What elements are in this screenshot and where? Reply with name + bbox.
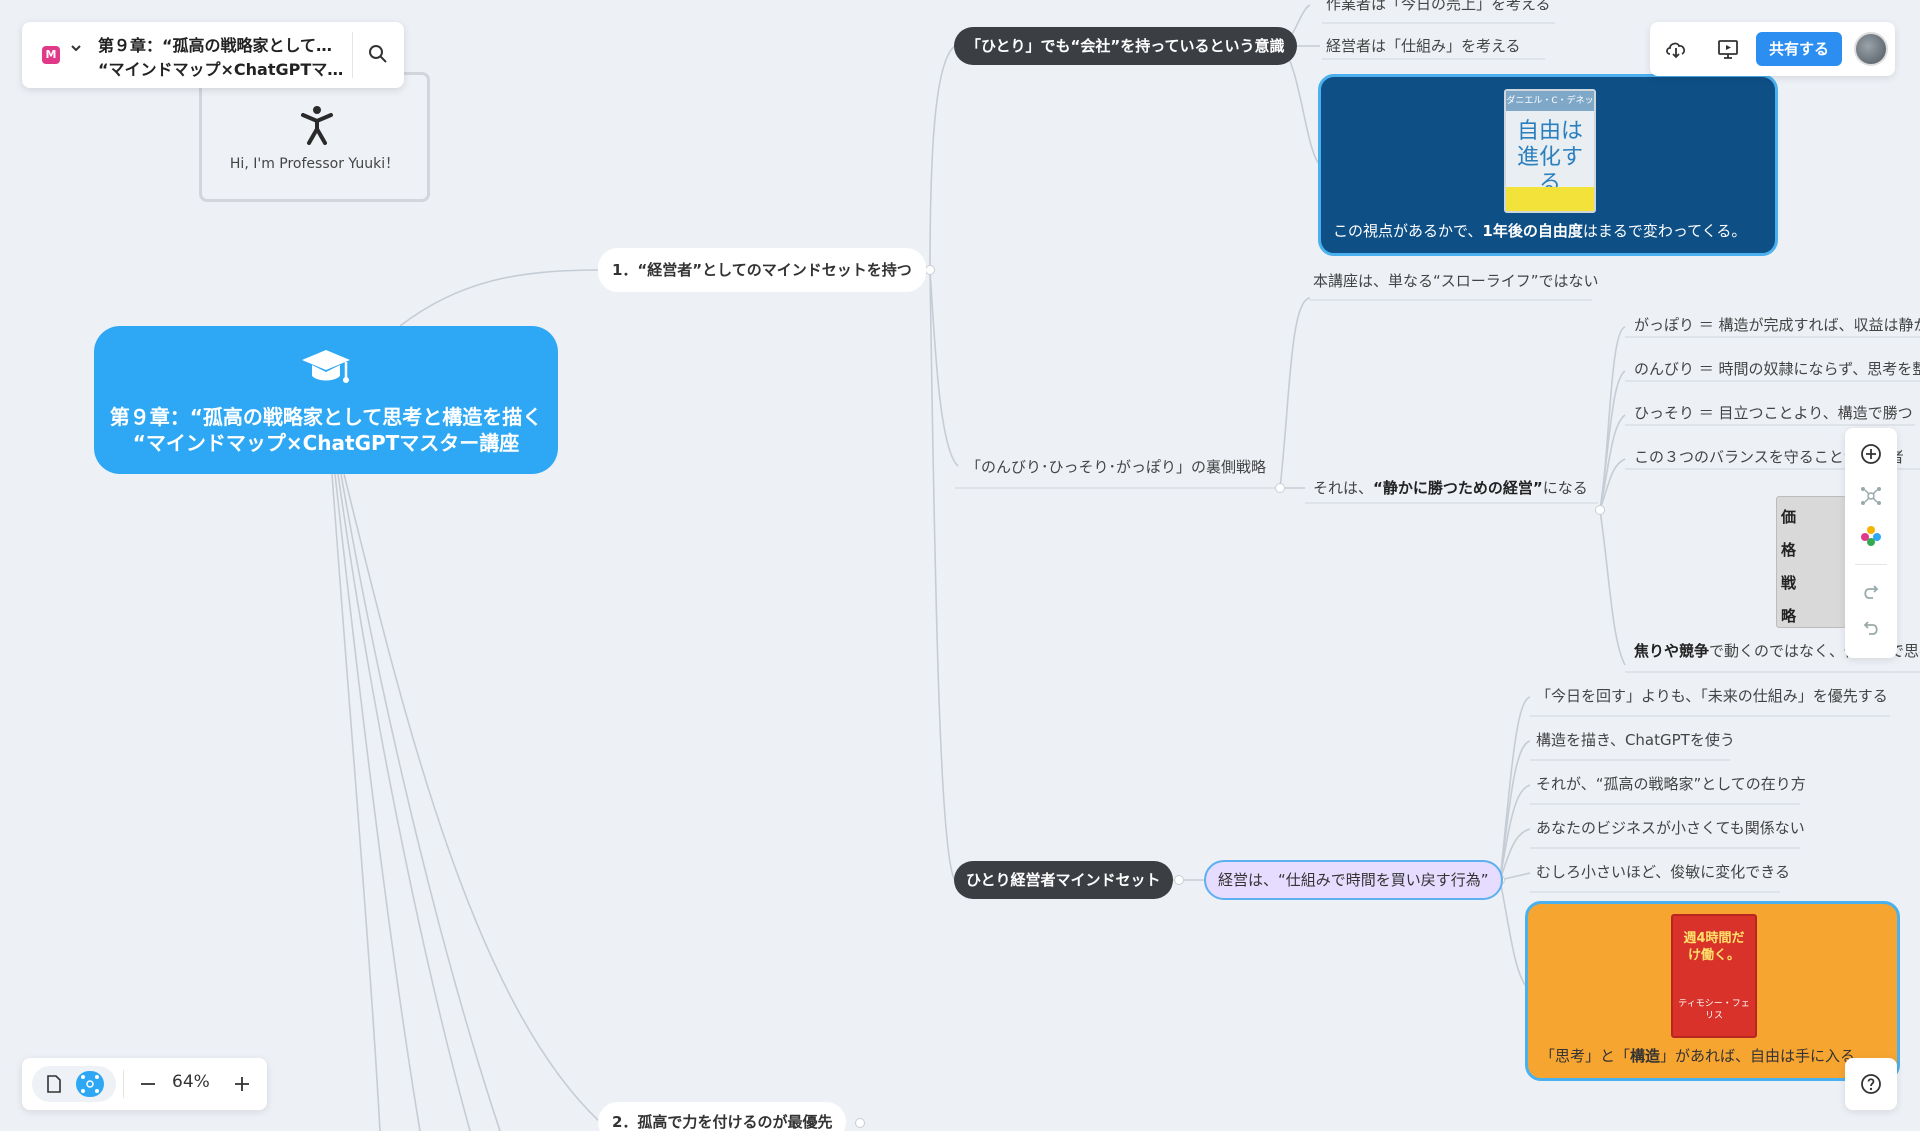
purple-node[interactable]: 経営は、“仕組みで時間を買い戻す行為” <box>1204 860 1503 900</box>
book-title: 自由は進化する <box>1516 119 1583 187</box>
mindmap-view-icon[interactable] <box>76 1071 104 1097</box>
shizuka-node[interactable]: それは、“静かに勝つための経営”になる <box>1313 477 1588 499</box>
document-title-bar: M 第９章：“孤高の戦略家として… “マインドマップ×ChatGPTマ… <box>22 22 404 88</box>
root-title-line2: “マインドマップ×ChatGPTマスター講座 <box>132 431 520 455</box>
gappori-node[interactable]: がっぽり ＝ 構造が完成すれば、収益は静か <box>1634 314 1920 336</box>
document-title-line1[interactable]: 第９章：“孤高の戦略家として… <box>98 32 356 56</box>
root-node[interactable]: 第９章：“孤高の戦略家として思考と構造を描く “マインドマップ×ChatGPTマ… <box>94 326 558 474</box>
profile-text: Hi, I'm Professor Yuuki！ <box>229 156 400 172</box>
view-mode-switch <box>32 1066 116 1102</box>
side-toolbar <box>1845 428 1897 658</box>
card-orange-caption: 「思考」と「構造」があれば、自由は手に入る <box>1540 1047 1856 1065</box>
book-author: ダニエル・C・デネット <box>1506 91 1594 111</box>
connector-dot[interactable] <box>925 265 935 275</box>
graduation-cap-icon <box>94 346 558 402</box>
mindset-node[interactable]: ひとり経営者マインドセット <box>954 861 1173 899</box>
divider <box>352 32 353 78</box>
image-card-blue[interactable]: ダニエル・C・デネット 自由は進化する この視点があるかで、1年後の自由度はまる… <box>1318 74 1778 256</box>
presentation-icon[interactable] <box>1716 37 1740 61</box>
cloud-download-icon[interactable] <box>1664 37 1688 61</box>
connector-dot[interactable] <box>1275 483 1285 493</box>
search-icon[interactable] <box>368 44 390 66</box>
slow-life-node[interactable]: 本講座は、単なる“スローライフ”ではない <box>1313 270 1599 292</box>
book-author: ティモシー・フェリス <box>1678 999 1750 1021</box>
color-palette-icon[interactable] <box>1859 524 1883 548</box>
sagyousha-node[interactable]: 作業者は「今日の売上」を考える <box>1326 0 1551 15</box>
card-blue-caption: この視点があるかで、1年後の自由度はまるで変わってくる。 <box>1333 222 1747 240</box>
undo-icon[interactable] <box>1859 616 1883 640</box>
image-card-orange[interactable]: 週4時間だけ働く。 ティモシー・フェリス 「思考」と「構造」があれば、自由は手に… <box>1525 901 1900 1081</box>
kankei-node[interactable]: あなたのビジネスが小さくても関係ない <box>1536 817 1805 839</box>
book-cover-image: 週4時間だけ働く。 ティモシー・フェリス <box>1671 914 1757 1038</box>
book-title: 価格戦略 <box>1781 508 1797 625</box>
binkan-node[interactable]: むしろ小さいほど、俊敏に変化できる <box>1536 861 1790 883</box>
mindmap-structure-icon[interactable] <box>1859 484 1883 508</box>
connector-dot[interactable] <box>1174 875 1184 885</box>
kouzou-node[interactable]: 構造を描き、ChatGPTを使う <box>1536 729 1735 751</box>
redo-icon[interactable] <box>1859 580 1883 604</box>
nonbiri-strategy-node[interactable]: 「のんびり･ひっそり･がっぽり」の裏側戦略 <box>966 456 1266 478</box>
mirai-node[interactable]: 「今日を回す」よりも、「未来の仕組み」を優先する <box>1536 685 1888 707</box>
share-button[interactable]: 共有する <box>1756 32 1842 66</box>
zoom-bar: 64% <box>22 1058 267 1110</box>
connector-dot[interactable] <box>855 1118 865 1128</box>
root-title-line1: 第９章：“孤高の戦略家として思考と構造を描く <box>109 405 543 429</box>
document-view-icon[interactable] <box>44 1074 64 1098</box>
logo-icon[interactable]: M <box>42 46 60 64</box>
branch-2-node[interactable]: 2．孤高で力を付けるのが最優先 <box>598 1102 847 1131</box>
price-strategy-book-image: 価格戦略 <box>1776 496 1846 628</box>
branch-1-node[interactable]: 1．“経営者”としてのマインドセットを持つ <box>598 248 926 292</box>
help-icon <box>1859 1072 1883 1100</box>
help-button[interactable] <box>1845 1058 1897 1110</box>
nonbiri-node[interactable]: のんびり ＝ 時間の奴隷にならず、思考を整 <box>1634 358 1920 380</box>
zoom-out-icon[interactable] <box>138 1074 158 1098</box>
avatar[interactable] <box>1854 32 1888 66</box>
zoom-in-icon[interactable] <box>232 1074 252 1098</box>
book-title: 週4時間だけ働く。 <box>1683 931 1745 963</box>
keieisha-node[interactable]: 経営者は「仕組み」を考える <box>1326 35 1521 57</box>
zoom-level: 64% <box>172 1072 210 1092</box>
hissori-node[interactable]: ひっそり ＝ 目立つことより、構造で勝つ <box>1634 402 1913 424</box>
connector-dot[interactable] <box>1595 505 1605 515</box>
top-right-toolbar: 共有する <box>1650 22 1895 76</box>
profile-card[interactable]: Hi, I'm Professor Yuuki！ <box>199 72 430 202</box>
hitori-kaisha-node[interactable]: 「ひとり」でも“会社”を持っているという意識 <box>954 27 1297 65</box>
arikata-node[interactable]: それが、“孤高の戦略家”としての在り方 <box>1536 773 1806 795</box>
add-circle-icon[interactable] <box>1859 442 1883 466</box>
chevron-down-icon[interactable] <box>70 42 82 58</box>
book-cover-image: ダニエル・C・デネット 自由は進化する <box>1504 89 1596 213</box>
person-icon <box>299 105 335 149</box>
document-title-line2[interactable]: “マインドマップ×ChatGPTマ… <box>98 56 356 80</box>
